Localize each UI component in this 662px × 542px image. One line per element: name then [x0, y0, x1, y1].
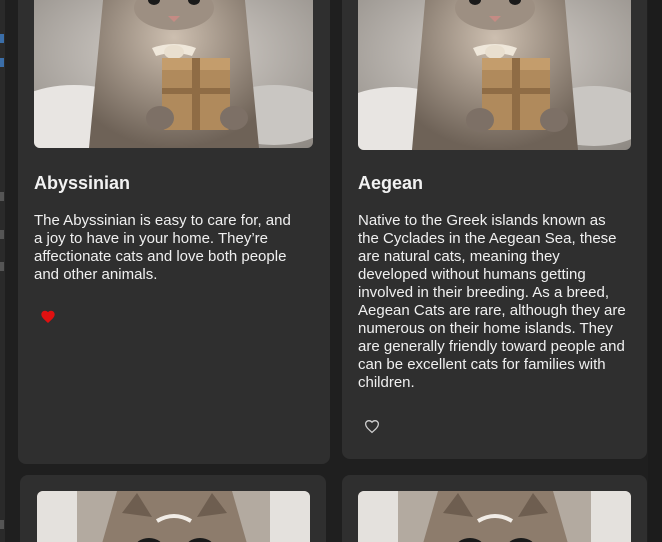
cat-photo — [358, 491, 631, 542]
breed-title: Abyssinian — [34, 173, 131, 193]
cat-photo — [358, 0, 631, 150]
cat-photo — [34, 0, 313, 148]
favorite-button[interactable] — [362, 417, 384, 437]
page-scroll-area[interactable] — [648, 0, 662, 542]
cat-face-image — [358, 491, 631, 542]
cat-face-image — [37, 491, 310, 542]
favorite-button[interactable] — [38, 308, 60, 328]
cat-with-gift-image — [358, 0, 631, 150]
breed-description: Native to the Greek islands known as the… — [358, 212, 626, 391]
breed-card-next-right — [342, 475, 647, 542]
background-window-edge — [0, 0, 5, 542]
breed-card-aegean: Aegean Native to the Greek islands known… — [342, 0, 647, 459]
breed-title: Aegean — [358, 173, 424, 193]
heart-filled-icon — [41, 310, 55, 323]
heart-outline-icon — [364, 420, 380, 434]
breed-card-next-left — [20, 475, 326, 542]
breed-card-abyssinian: Abyssinian The Abyssinian is easy to car… — [18, 0, 330, 464]
breed-description: The Abyssinian is easy to care for, and … — [34, 212, 291, 283]
cat-with-gift-image — [34, 0, 313, 148]
cat-breeds-page: Abyssinian The Abyssinian is easy to car… — [0, 0, 662, 542]
cat-photo — [37, 491, 310, 542]
